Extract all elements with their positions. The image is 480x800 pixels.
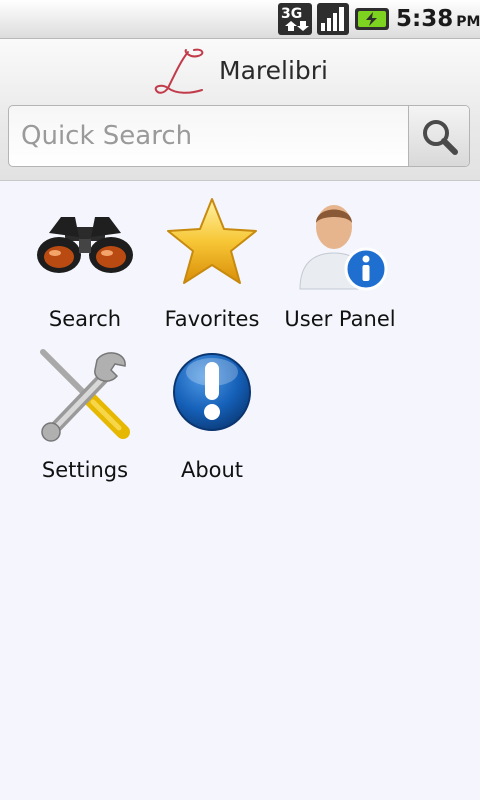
menu-item-user-panel[interactable]: User Panel (276, 193, 404, 333)
search-button[interactable] (408, 106, 469, 166)
signal-icon (317, 3, 349, 39)
menu-item-favorites[interactable]: Favorites (148, 193, 276, 333)
menu-item-label: Settings (41, 458, 129, 482)
menu-item-about[interactable]: About (148, 344, 276, 484)
menu-item-label: User Panel (284, 307, 396, 331)
quick-search-input[interactable] (9, 106, 407, 166)
magnifier-icon (423, 120, 458, 155)
status-bar: 3G 5:38 PM (0, 0, 480, 39)
marelibri-logo (150, 44, 210, 102)
app-header: Marelibri (0, 39, 480, 181)
menu-item-label: Favorites (164, 307, 260, 331)
user-info-icon (290, 193, 390, 293)
clock-time: 5:38 (396, 6, 454, 32)
menu-item-settings[interactable]: Settings (21, 344, 149, 484)
wrench-screwdriver-icon (35, 344, 135, 444)
menu-item-search[interactable]: Search (21, 193, 149, 333)
app-title: Marelibri (219, 56, 328, 85)
quick-search-box (8, 105, 470, 167)
star-icon (162, 193, 262, 293)
clock: 5:38 PM (396, 4, 480, 34)
binoculars-icon (35, 193, 135, 293)
menu-item-label: About (180, 458, 244, 482)
exclamation-icon (162, 344, 262, 444)
battery-charging-icon (355, 8, 389, 34)
menu-item-label: Search (48, 307, 122, 331)
network-label: 3G (281, 6, 302, 22)
network-3g-icon: 3G (278, 3, 312, 39)
clock-ampm: PM (456, 14, 480, 30)
